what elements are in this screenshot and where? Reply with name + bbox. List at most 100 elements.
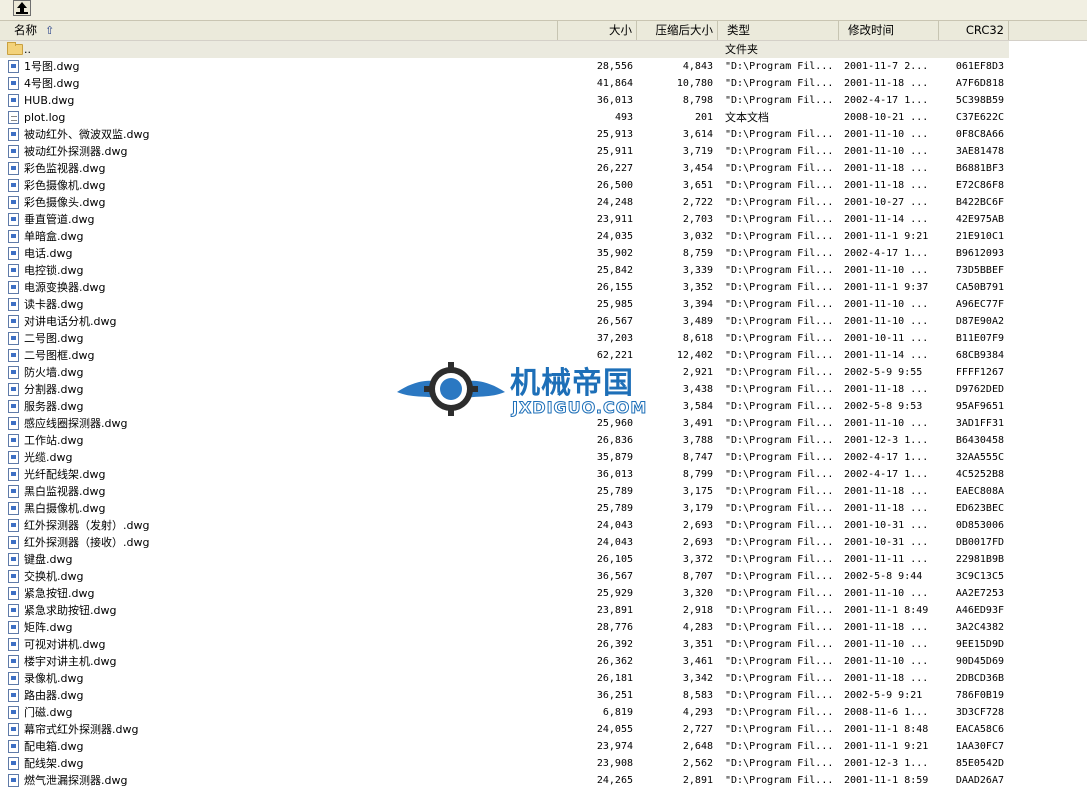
table-row[interactable]: 被动红外探测器.dwg 25,911 3,719 "D:\Program Fil...…: [0, 143, 1087, 160]
dwg-file-icon: [8, 162, 19, 175]
file-crc: 9EE15D9D: [955, 639, 1004, 650]
file-crc: B9612093: [955, 248, 1004, 259]
file-name: 交换机.dwg: [24, 570, 84, 583]
table-row[interactable]: 彩色摄像头.dwg 24,248 2,722 "D:\Program Fil... 20…: [0, 194, 1087, 211]
file-crc: B422BC6F: [955, 197, 1004, 208]
table-row[interactable]: 录像机.dwg 26,181 3,342 "D:\Program Fil... 2001…: [0, 670, 1087, 687]
file-type: "D:\Program Fil...: [725, 401, 834, 412]
table-row[interactable]: 可视对讲机.dwg 26,392 3,351 "D:\Program Fil... 20…: [0, 636, 1087, 653]
table-row[interactable]: 黑白监视器.dwg 25,789 3,175 "D:\Program Fil... 20…: [0, 483, 1087, 500]
dwg-file-icon: [8, 723, 19, 736]
table-row[interactable]: 二号图.dwg 37,203 8,618 "D:\Program Fil... 2001…: [0, 330, 1087, 347]
up-folder-button[interactable]: [13, 0, 31, 16]
file-size: 26,362: [596, 656, 633, 667]
column-name[interactable]: 名称 ⇧: [0, 21, 558, 40]
table-row[interactable]: 4号图.dwg 41,864 10,780 "D:\Program Fil... 200…: [0, 75, 1087, 92]
table-row[interactable]: 矩阵.dwg 28,776 4,283 "D:\Program Fil... 2001-…: [0, 619, 1087, 636]
table-row[interactable]: 键盘.dwg 26,105 3,372 "D:\Program Fil... 2001-…: [0, 551, 1087, 568]
file-type: "D:\Program Fil...: [725, 605, 834, 616]
file-type: "D:\Program Fil...: [725, 775, 834, 786]
file-modified: 2001-11-10 ...: [844, 588, 929, 599]
file-modified: 2001-11-10 ...: [844, 639, 929, 650]
table-row[interactable]: 幕帘式红外探测器.dwg 24,055 2,727 "D:\Program Fil..…: [0, 721, 1087, 738]
file-type: "D:\Program Fil...: [725, 520, 834, 531]
table-row[interactable]: 红外探测器（接收）.dwg 24,043 2,693 "D:\Program Fil.…: [0, 534, 1087, 551]
column-type[interactable]: 类型: [718, 21, 839, 40]
table-row[interactable]: 楼宇对讲主机.dwg 26,362 3,461 "D:\Program Fil... 2…: [0, 653, 1087, 670]
file-size: 35,879: [596, 452, 633, 463]
table-row[interactable]: .. 文件夹: [0, 41, 1087, 58]
table-row[interactable]: 电话.dwg 35,902 8,759 "D:\Program Fil... 2002-…: [0, 245, 1087, 262]
table-row[interactable]: 紧急按钮.dwg 25,929 3,320 "D:\Program Fil... 200…: [0, 585, 1087, 602]
file-size: 24,265: [596, 775, 633, 786]
table-row[interactable]: 彩色监视器.dwg 26,227 3,454 "D:\Program Fil... 20…: [0, 160, 1087, 177]
dwg-file-icon: [8, 451, 19, 464]
file-type: "D:\Program Fil...: [725, 418, 834, 429]
file-modified: 2008-11-6 1...: [844, 707, 929, 718]
file-name: ..: [24, 43, 31, 56]
up-folder-icon: [16, 2, 28, 14]
file-size: 25,985: [596, 299, 633, 310]
table-row[interactable]: 黑白摄像机.dwg 25,789 3,179 "D:\Program Fil... 20…: [0, 500, 1087, 517]
file-crc: C37E622C: [955, 112, 1004, 123]
file-compressed-size: 2,918: [682, 605, 713, 616]
file-name: 楼宇对讲主机.dwg: [24, 655, 117, 668]
column-name-label: 名称: [14, 23, 37, 37]
file-crc: ED623BEC: [955, 503, 1004, 514]
table-row[interactable]: HUB.dwg 36,013 8,798 "D:\Program Fil... 2002…: [0, 92, 1087, 109]
dwg-file-icon: [8, 366, 19, 379]
file-name: 黑白监视器.dwg: [24, 485, 106, 498]
file-compressed-size: 2,693: [682, 520, 713, 531]
table-row[interactable]: 红外探测器（发射）.dwg 24,043 2,693 "D:\Program Fil.…: [0, 517, 1087, 534]
file-crc: D9762DED: [955, 384, 1004, 395]
file-size: 24,248: [596, 197, 633, 208]
file-size: 26,181: [596, 673, 633, 684]
table-row[interactable]: 1号图.dwg 28,556 4,843 "D:\Program Fil... 2001…: [0, 58, 1087, 75]
file-type: "D:\Program Fil...: [725, 265, 834, 276]
file-modified: 2001-11-1 9:21: [844, 741, 929, 752]
table-row[interactable]: 彩色摄像机.dwg 26,500 3,651 "D:\Program Fil... 20…: [0, 177, 1087, 194]
file-modified: 2001-11-18 ...: [844, 503, 929, 514]
table-row[interactable]: 门磁.dwg 6,819 4,293 "D:\Program Fil... 2008-1…: [0, 704, 1087, 721]
file-type: "D:\Program Fil...: [725, 214, 834, 225]
file-compressed-size: 3,179: [682, 503, 713, 514]
file-type: "D:\Program Fil...: [725, 537, 834, 548]
file-size: 23,911: [596, 214, 633, 225]
file-modified: 2001-12-3 1...: [844, 435, 929, 446]
column-modified[interactable]: 修改时间: [839, 21, 939, 40]
table-row[interactable]: 光纤配线架.dwg 36,013 8,799 "D:\Program Fil... 20…: [0, 466, 1087, 483]
table-row[interactable]: 紧急求助按钮.dwg 23,891 2,918 "D:\Program Fil... 2…: [0, 602, 1087, 619]
file-compressed-size: 8,618: [682, 333, 713, 344]
table-row[interactable]: 路由器.dwg 36,251 8,583 "D:\Program Fil... 2002…: [0, 687, 1087, 704]
table-row[interactable]: 单暗盒.dwg 24,035 3,032 "D:\Program Fil... 2001…: [0, 228, 1087, 245]
file-compressed-size: 3,351: [682, 639, 713, 650]
file-size: 493: [614, 112, 633, 123]
table-row[interactable]: 配电箱.dwg 23,974 2,648 "D:\Program Fil... 2001…: [0, 738, 1087, 755]
dwg-file-icon: [8, 774, 19, 787]
table-row[interactable]: 交换机.dwg 36,567 8,707 "D:\Program Fil... 2002…: [0, 568, 1087, 585]
table-row[interactable]: 电源变换器.dwg 26,155 3,352 "D:\Program Fil... 20…: [0, 279, 1087, 296]
file-name: 幕帘式红外探测器.dwg: [24, 723, 139, 736]
table-row[interactable]: 燃气泄漏探测器.dwg 24,265 2,891 "D:\Program Fil...…: [0, 772, 1087, 789]
file-name: plot.log: [24, 111, 66, 124]
file-modified: 2008-10-21 ...: [844, 112, 929, 123]
column-crc[interactable]: CRC32: [939, 21, 1009, 40]
table-row[interactable]: 光缆.dwg 35,879 8,747 "D:\Program Fil... 2002-…: [0, 449, 1087, 466]
table-row[interactable]: 垂直管道.dwg 23,911 2,703 "D:\Program Fil... 200…: [0, 211, 1087, 228]
file-compressed-size: 8,583: [682, 690, 713, 701]
table-row[interactable]: 对讲电话分机.dwg 26,567 3,489 "D:\Program Fil... 2…: [0, 313, 1087, 330]
file-crc: 85E0542D: [955, 758, 1004, 769]
file-type: "D:\Program Fil...: [725, 571, 834, 582]
column-compressed[interactable]: 压缩后大小: [637, 21, 718, 40]
column-size[interactable]: 大小: [558, 21, 637, 40]
table-row[interactable]: 读卡器.dwg 25,985 3,394 "D:\Program Fil... 2001…: [0, 296, 1087, 313]
watermark-title: 机械帝国: [510, 366, 634, 401]
table-row[interactable]: 工作站.dwg 26,836 3,788 "D:\Program Fil... 2001…: [0, 432, 1087, 449]
table-row[interactable]: 被动红外、微波双监.dwg 25,913 3,614 "D:\Program Fil.…: [0, 126, 1087, 143]
table-row[interactable]: 电控锁.dwg 25,842 3,339 "D:\Program Fil... 2001…: [0, 262, 1087, 279]
table-row[interactable]: 配线架.dwg 23,908 2,562 "D:\Program Fil... 2001…: [0, 755, 1087, 772]
file-size: 26,155: [596, 282, 633, 293]
file-compressed-size: 2,722: [682, 197, 713, 208]
file-name: 对讲电话分机.dwg: [24, 315, 117, 328]
table-row[interactable]: plot.log 493 201 文本文档 2008-10-21 ... C37E622C: [0, 109, 1087, 126]
